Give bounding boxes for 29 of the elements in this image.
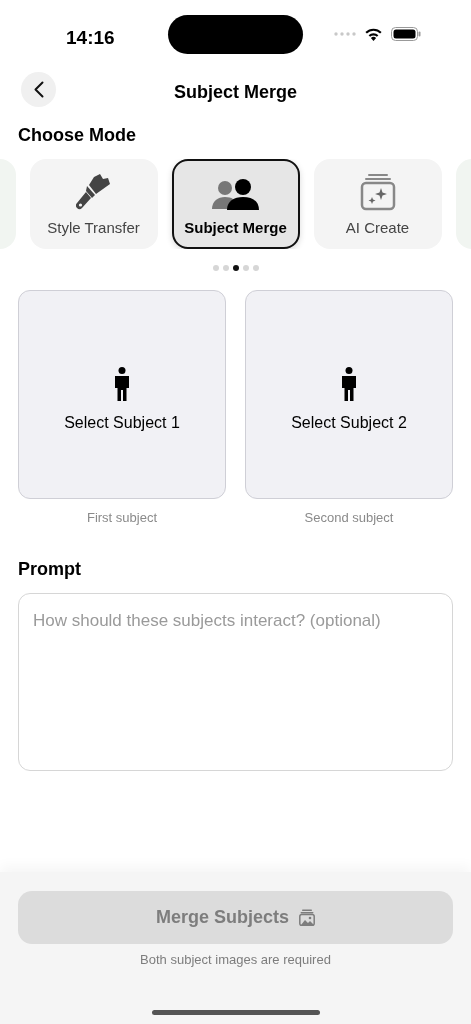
helper-text: Both subject images are required bbox=[139, 951, 332, 969]
person-icon bbox=[341, 367, 357, 401]
page-dot[interactable] bbox=[212, 265, 219, 271]
mode-card[interactable]: Subject Merge bbox=[171, 159, 300, 249]
wifi-icon bbox=[364, 27, 383, 41]
mode-card[interactable]: Style Transfer bbox=[29, 159, 158, 249]
image-stack-icon bbox=[299, 909, 315, 926]
page-dot[interactable] bbox=[232, 265, 239, 271]
screen-title: Subject Merge bbox=[174, 80, 297, 104]
chevron-left-icon bbox=[33, 81, 44, 98]
caption: Second subject bbox=[304, 509, 394, 527]
page-dot[interactable] bbox=[252, 265, 259, 271]
section-title: Choose Mode bbox=[18, 124, 137, 147]
subject-picker[interactable]: Select Subject 1 bbox=[18, 290, 226, 499]
status-time: 14:16 bbox=[66, 26, 115, 50]
signal-icon bbox=[334, 32, 356, 36]
people-icon bbox=[211, 178, 260, 211]
mode-card[interactable]: AI Create bbox=[313, 159, 442, 249]
prompt-field[interactable]: How should these subjects interact? (optional) bbox=[18, 592, 453, 771]
page-dot[interactable] bbox=[242, 265, 249, 271]
page-dot[interactable] bbox=[222, 265, 229, 271]
caption: First subject bbox=[86, 509, 158, 527]
person-icon bbox=[114, 367, 130, 401]
paintbrush-icon bbox=[75, 172, 112, 211]
subject-picker[interactable]: Select Subject 2 bbox=[245, 290, 453, 499]
section-title: Prompt bbox=[18, 557, 82, 581]
battery-icon bbox=[391, 27, 421, 41]
sparkle-stack-icon bbox=[359, 172, 396, 211]
back-button[interactable] bbox=[21, 72, 56, 107]
